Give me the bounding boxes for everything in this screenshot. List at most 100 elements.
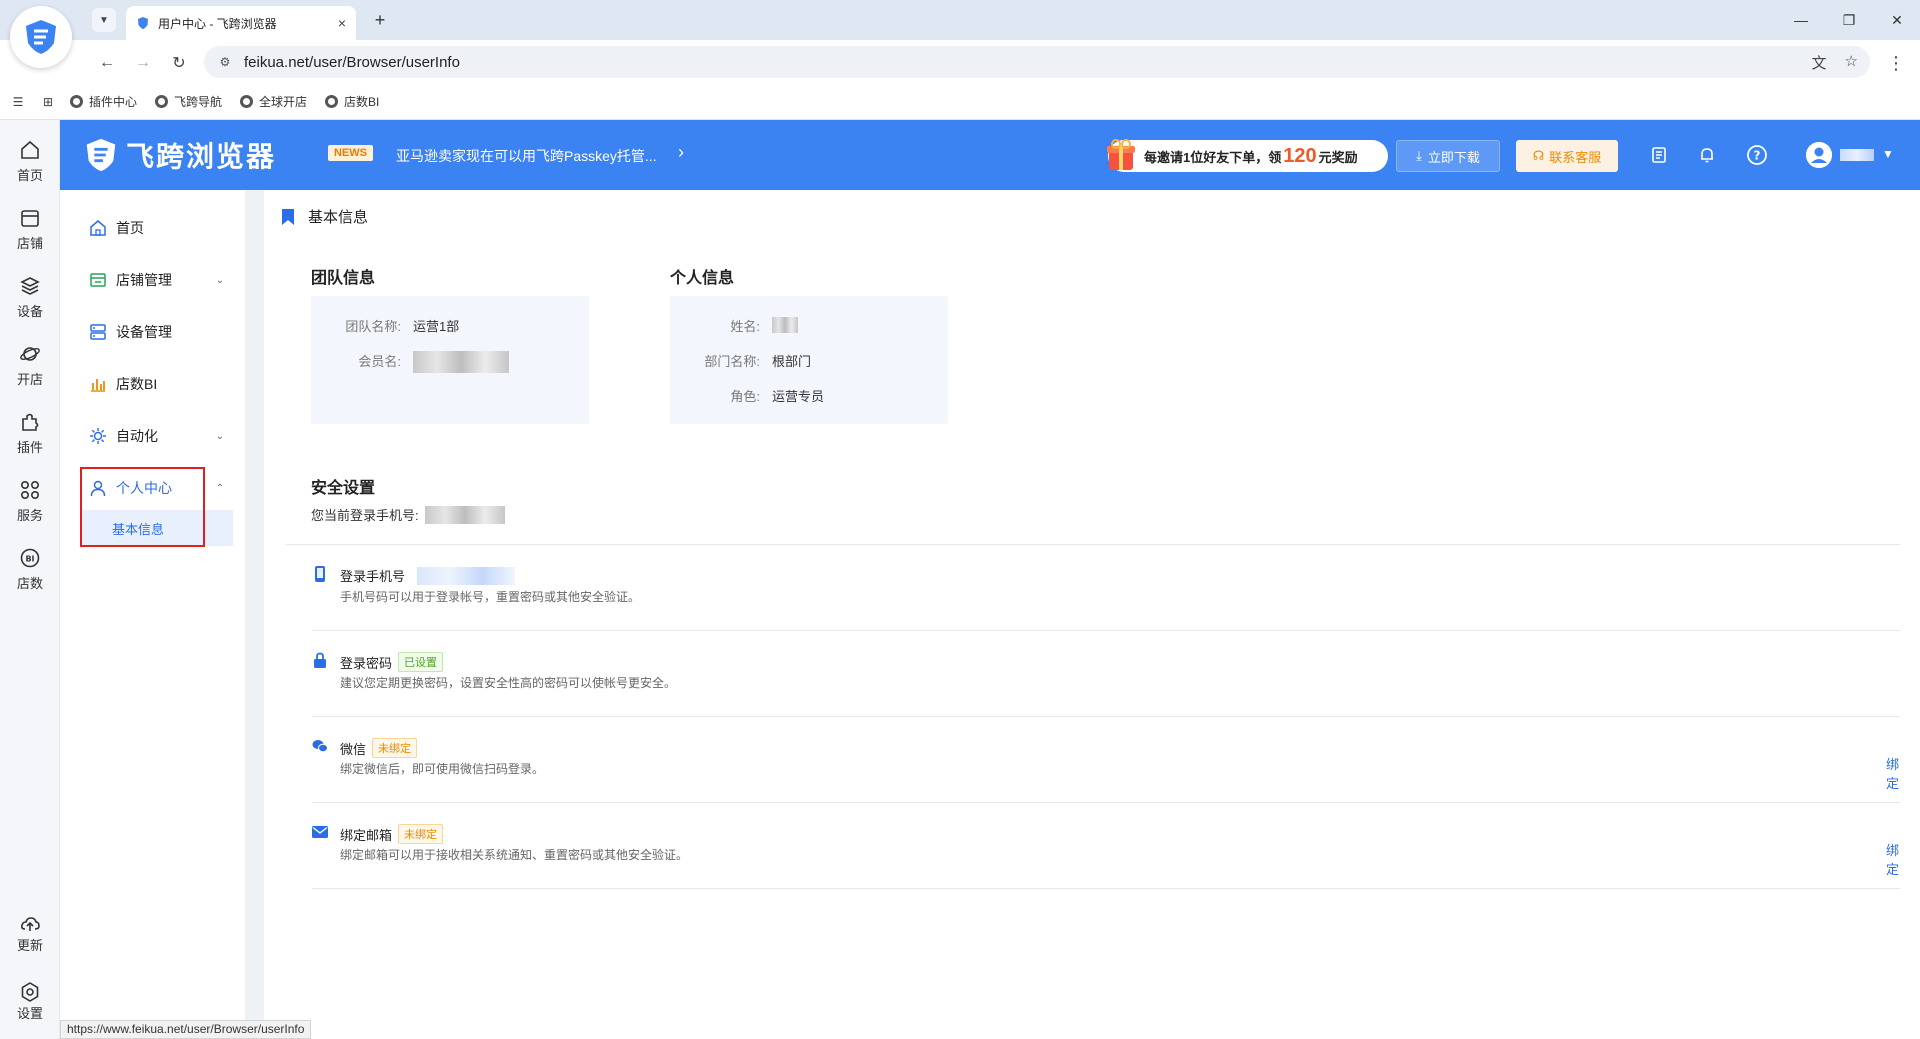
rail-label: 开店	[16, 371, 43, 387]
sidebar-item-label: 店数BI	[116, 376, 158, 392]
chevron-right-icon[interactable]: ›	[678, 142, 684, 163]
personal-info-title: 个人信息	[670, 270, 735, 287]
rail-item-update[interactable]: 更新	[0, 904, 60, 962]
security-item-password: 登录密码 已设置 建议您定期更换密码，设置安全性高的密码可以使帐号更安全。	[312, 632, 1872, 718]
invite-promo[interactable]: 每邀请1位好友下单，领 120 元奖励	[1107, 139, 1388, 172]
rail-item-plugin[interactable]: 插件	[0, 404, 60, 462]
role-label: 角色:	[730, 389, 760, 404]
bookmark-label: 插件中心	[89, 95, 138, 109]
bookmark-item[interactable]: 插件中心	[70, 93, 137, 110]
download-button[interactable]: ⤓ 立即下载	[1396, 140, 1500, 172]
bookmark-item[interactable]: 飞跨导航	[155, 93, 222, 110]
bell-icon[interactable]	[1696, 144, 1718, 166]
browser-menu-icon[interactable]: ⋮	[1884, 50, 1908, 76]
reading-list-icon[interactable]: ☰	[10, 94, 26, 110]
contact-support-button[interactable]: ☊ 联系客服	[1516, 140, 1618, 172]
person-name-label: 姓名:	[730, 319, 760, 334]
divider	[312, 630, 1900, 631]
rail-item-open-store[interactable]: 开店	[0, 336, 60, 394]
bookmark-item[interactable]: 店数BI	[325, 93, 379, 110]
download-label: 立即下载	[1427, 149, 1480, 165]
contact-label: 联系客服	[1549, 149, 1602, 165]
status-bar-url: https://www.feikua.net/user/Browser/user…	[60, 1020, 312, 1039]
sidebar-item-store-management[interactable]: 店铺管理 ⌄	[60, 258, 246, 302]
sidebar-item-store-bi[interactable]: 店数BI	[60, 362, 246, 406]
invite-text: 每邀请1位好友下单，领	[1144, 149, 1282, 165]
bind-email-link[interactable]: 绑定	[1886, 840, 1899, 878]
sidebar-item-label: 首页	[116, 220, 144, 236]
bind-wechat-link[interactable]: 绑定	[1886, 754, 1899, 792]
brand-logo[interactable]: 飞跨浏览器	[82, 136, 276, 174]
automation-icon	[90, 428, 106, 444]
site-info-icon[interactable]: ⚙	[216, 53, 234, 71]
help-icon[interactable]: ?	[1745, 144, 1769, 166]
security-item-desc: 建议您定期更换密码，设置安全性高的密码可以使帐号更安全。	[340, 676, 677, 690]
gear-icon	[21, 981, 39, 1002]
globe-icon	[325, 95, 339, 108]
main-content: 基本信息 团队信息 团队名称: 运营1部 会员名: 个人信息 姓名: 部门名称:…	[264, 190, 1920, 1010]
sidebar-item-device-management[interactable]: 设备管理	[60, 310, 246, 354]
avatar[interactable]	[1806, 142, 1832, 168]
bookmark-label: 店数BI	[344, 95, 380, 109]
rail-item-home[interactable]: 首页	[0, 132, 60, 190]
security-item-title: 登录手机号	[340, 566, 516, 585]
apps-grid-icon[interactable]: ⊞	[40, 94, 56, 110]
back-icon[interactable]: ←	[94, 50, 120, 76]
reload-icon[interactable]: ↻	[166, 50, 192, 76]
bookmark-star-icon[interactable]: ☆	[1845, 52, 1858, 73]
security-item-title-text: 登录手机号	[340, 569, 406, 584]
member-name-label: 会员名:	[358, 354, 401, 369]
department-label: 部门名称:	[704, 354, 760, 369]
team-info-title: 团队信息	[311, 270, 376, 287]
minimize-icon[interactable]: —	[1786, 8, 1816, 32]
store-icon	[21, 209, 39, 227]
tab-search-dropdown-icon[interactable]: ▼	[92, 8, 116, 32]
translate-icon[interactable]: 文	[1812, 52, 1827, 73]
new-tab-button[interactable]: +	[368, 8, 392, 32]
sidebar-item-label: 店铺管理	[116, 272, 172, 288]
security-item-title: 登录密码 已设置	[340, 652, 444, 672]
app-logo[interactable]	[10, 6, 72, 68]
lock-icon	[314, 652, 326, 668]
security-item-desc: 手机号码可以用于登录帐号，重置密码或其他安全验证。	[340, 590, 641, 604]
rail-item-device[interactable]: 设备	[0, 268, 60, 326]
browser-tab[interactable]: 用户中心 - 飞跨浏览器 ×	[126, 6, 356, 40]
rail-label: 更新	[16, 937, 43, 953]
document-icon[interactable]	[1648, 144, 1670, 166]
phone-number-blurred	[417, 566, 516, 585]
planet-icon	[20, 346, 40, 361]
rail-item-settings[interactable]: 设置	[0, 972, 60, 1030]
rail-item-store[interactable]: 店铺	[0, 200, 60, 258]
tab-close-icon[interactable]: ×	[338, 15, 346, 31]
department-value: 根部门	[772, 354, 812, 369]
brand-name: 飞跨浏览器	[126, 141, 277, 172]
status-badge: 未绑定	[398, 824, 444, 844]
username-blurred	[1840, 149, 1874, 161]
headset-icon: ☊	[1532, 148, 1545, 163]
globe-icon	[155, 95, 169, 108]
rail-item-bi[interactable]: BI 店数	[0, 540, 60, 598]
forward-icon[interactable]: →	[130, 50, 156, 76]
rail-label: 店数	[16, 575, 43, 591]
team-name-value: 运营1部	[413, 319, 460, 334]
sidebar-item-automation[interactable]: 自动化 ⌄	[60, 414, 246, 458]
news-headline[interactable]: 亚马逊卖家现在可以用飞跨Passkey托管...	[396, 146, 657, 166]
rail-item-service[interactable]: 服务	[0, 472, 60, 530]
chevron-down-icon: ⌄	[215, 430, 224, 442]
url-bar[interactable]: ⚙ feikua.net/user/Browser/userInfo 文 ☆	[204, 46, 1870, 78]
restore-icon[interactable]: ❐	[1834, 8, 1864, 32]
security-item-email: 绑定邮箱 未绑定 绑定邮箱可以用于接收相关系统通知、重置密码或其他安全验证。 绑…	[312, 804, 1899, 890]
sidebar-item-home[interactable]: 首页	[60, 206, 246, 250]
home-icon	[21, 140, 39, 159]
url-text[interactable]: feikua.net/user/Browser/userInfo	[244, 54, 460, 71]
close-window-icon[interactable]: ✕	[1882, 8, 1912, 32]
chevron-down-icon: ⌄	[215, 274, 224, 286]
security-item-desc: 绑定邮箱可以用于接收相关系统通知、重置密码或其他安全验证。	[340, 848, 689, 862]
tab-favicon-icon	[138, 17, 148, 29]
team-info-card: 团队名称: 运营1部 会员名:	[311, 296, 589, 424]
caret-down-icon[interactable]: ▼	[1882, 147, 1894, 161]
current-phone-blurred	[424, 505, 505, 524]
page-title: 基本信息	[282, 206, 368, 227]
bookmark-item[interactable]: 全球开店	[240, 93, 307, 110]
security-item-title: 微信 未绑定	[340, 738, 418, 758]
